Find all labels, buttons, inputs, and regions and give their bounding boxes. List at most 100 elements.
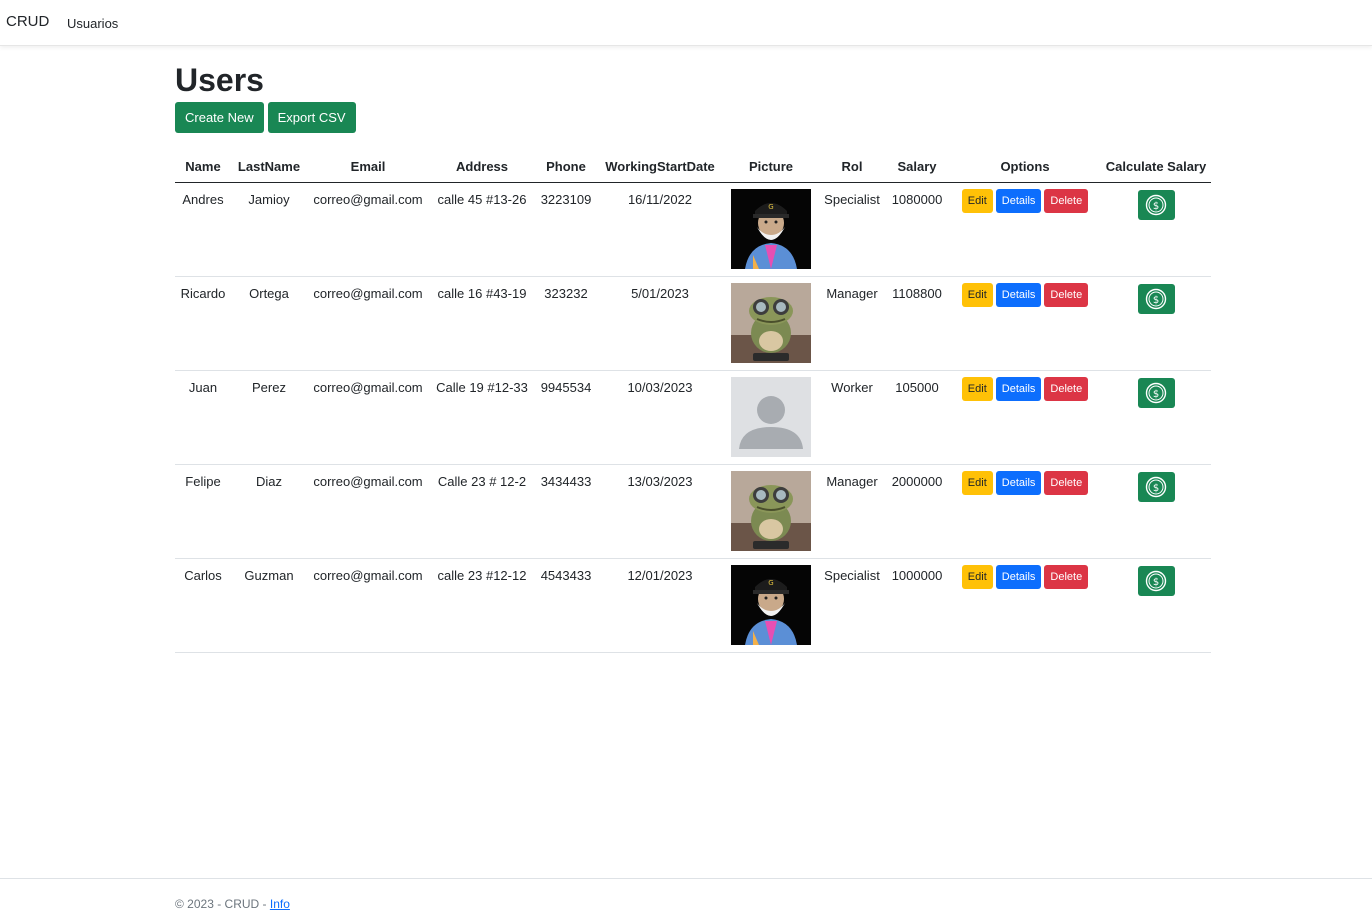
- dollar-coin-icon: $: [1145, 194, 1167, 215]
- cell-rol: Specialist: [819, 182, 885, 277]
- cell-picture: G: [723, 558, 819, 653]
- header-working-start-date: WorkingStartDate: [597, 152, 723, 183]
- table-row: Carlos Guzman correo@gmail.com calle 23 #12…: [175, 558, 1211, 653]
- svg-text:$: $: [1153, 389, 1159, 400]
- details-button[interactable]: Details: [995, 564, 1042, 589]
- cell-options: Edit Details Delete: [949, 370, 1101, 465]
- cell-email: correo@gmail.com: [307, 370, 429, 465]
- cell-name: Ricardo: [175, 276, 231, 371]
- cell-email: correo@gmail.com: [307, 276, 429, 371]
- toolbar: Create New Export CSV: [175, 102, 1211, 133]
- cell-picture: G: [723, 182, 819, 277]
- svg-text:$: $: [1153, 577, 1159, 588]
- cell-calculate-salary: $: [1101, 464, 1211, 559]
- cell-phone: 323232: [535, 276, 597, 371]
- cell-calculate-salary: $: [1101, 276, 1211, 371]
- cell-salary: 105000: [885, 370, 949, 465]
- cell-phone: 4543433: [535, 558, 597, 653]
- calculate-salary-button[interactable]: $: [1137, 377, 1175, 408]
- header-phone: Phone: [535, 152, 597, 183]
- header-name: Name: [175, 152, 231, 183]
- table-body: Andres Jamioy correo@gmail.com calle 45 #13…: [175, 182, 1211, 653]
- header-rol: Rol: [819, 152, 885, 183]
- cell-salary: 1080000: [885, 182, 949, 277]
- header-salary: Salary: [885, 152, 949, 183]
- options-group: Edit Details Delete: [949, 564, 1101, 589]
- delete-button[interactable]: Delete: [1044, 470, 1089, 495]
- cell-date: 10/03/2023: [597, 370, 723, 465]
- users-table: Name LastName Email Address Phone Workin…: [175, 152, 1211, 653]
- dollar-coin-icon: $: [1145, 288, 1167, 309]
- header-calculate-salary: Calculate Salary: [1101, 152, 1211, 183]
- cell-salary: 1000000: [885, 558, 949, 653]
- cell-name: Carlos: [175, 558, 231, 653]
- cell-email: correo@gmail.com: [307, 558, 429, 653]
- avatar-frog-goggles-icon: [731, 470, 811, 551]
- cell-rol: Worker: [819, 370, 885, 465]
- options-group: Edit Details Delete: [949, 282, 1101, 307]
- delete-button[interactable]: Delete: [1044, 564, 1089, 589]
- svg-text:$: $: [1153, 295, 1159, 306]
- header-options: Options: [949, 152, 1101, 183]
- options-group: Edit Details Delete: [949, 376, 1101, 401]
- cell-calculate-salary: $: [1101, 182, 1211, 277]
- options-group: Edit Details Delete: [949, 470, 1101, 495]
- brand-link[interactable]: CRUD: [6, 13, 49, 30]
- svg-text:G: G: [768, 579, 773, 587]
- nav-link-usuarios[interactable]: Usuarios: [67, 16, 118, 31]
- svg-text:G: G: [768, 203, 773, 211]
- cell-salary: 2000000: [885, 464, 949, 559]
- cell-phone: 3434433: [535, 464, 597, 559]
- delete-button[interactable]: Delete: [1044, 376, 1089, 401]
- header-address: Address: [429, 152, 535, 183]
- cell-address: calle 16 #43-19: [429, 276, 535, 371]
- navbar: CRUD Usuarios: [0, 0, 1372, 46]
- cell-lastname: Jamioy: [231, 182, 307, 277]
- edit-button[interactable]: Edit: [961, 376, 993, 401]
- info-link[interactable]: Info: [270, 897, 290, 911]
- cell-lastname: Perez: [231, 370, 307, 465]
- cell-rol: Specialist: [819, 558, 885, 653]
- cell-options: Edit Details Delete: [949, 558, 1101, 653]
- delete-button[interactable]: Delete: [1044, 188, 1089, 213]
- details-button[interactable]: Details: [995, 188, 1042, 213]
- edit-button[interactable]: Edit: [961, 470, 993, 495]
- details-button[interactable]: Details: [995, 282, 1042, 307]
- svg-text:$: $: [1153, 483, 1159, 494]
- cell-rol: Manager: [819, 464, 885, 559]
- delete-button[interactable]: Delete: [1044, 282, 1089, 307]
- details-button[interactable]: Details: [995, 376, 1042, 401]
- export-csv-button[interactable]: Export CSV: [267, 102, 356, 133]
- cell-lastname: Diaz: [231, 464, 307, 559]
- dollar-coin-icon: $: [1145, 382, 1167, 403]
- cell-date: 5/01/2023: [597, 276, 723, 371]
- cell-address: calle 45 #13-26: [429, 182, 535, 277]
- create-new-button[interactable]: Create New: [175, 102, 264, 133]
- edit-button[interactable]: Edit: [961, 188, 993, 213]
- default-user-icon: [731, 376, 811, 457]
- cell-picture: [723, 464, 819, 559]
- cell-salary: 1108800: [885, 276, 949, 371]
- details-button[interactable]: Details: [995, 470, 1042, 495]
- page-title: Users: [175, 62, 264, 98]
- cell-lastname: Ortega: [231, 276, 307, 371]
- cell-name: Felipe: [175, 464, 231, 559]
- cell-options: Edit Details Delete: [949, 182, 1101, 277]
- cell-options: Edit Details Delete: [949, 464, 1101, 559]
- cell-address: calle 23 #12-12: [429, 558, 535, 653]
- dollar-coin-icon: $: [1145, 476, 1167, 497]
- calculate-salary-button[interactable]: $: [1137, 565, 1175, 596]
- cell-email: correo@gmail.com: [307, 182, 429, 277]
- edit-button[interactable]: Edit: [961, 282, 993, 307]
- calculate-salary-button[interactable]: $: [1137, 189, 1175, 220]
- edit-button[interactable]: Edit: [961, 564, 993, 589]
- calculate-salary-button[interactable]: $: [1137, 283, 1175, 314]
- cell-calculate-salary: $: [1101, 370, 1211, 465]
- cell-phone: 9945534: [535, 370, 597, 465]
- table-header-row: Name LastName Email Address Phone Workin…: [175, 152, 1211, 183]
- cell-calculate-salary: $: [1101, 558, 1211, 653]
- cell-date: 12/01/2023: [597, 558, 723, 653]
- avatar-frog-goggles-icon: [731, 282, 811, 363]
- calculate-salary-button[interactable]: $: [1137, 471, 1175, 502]
- header-picture: Picture: [723, 152, 819, 183]
